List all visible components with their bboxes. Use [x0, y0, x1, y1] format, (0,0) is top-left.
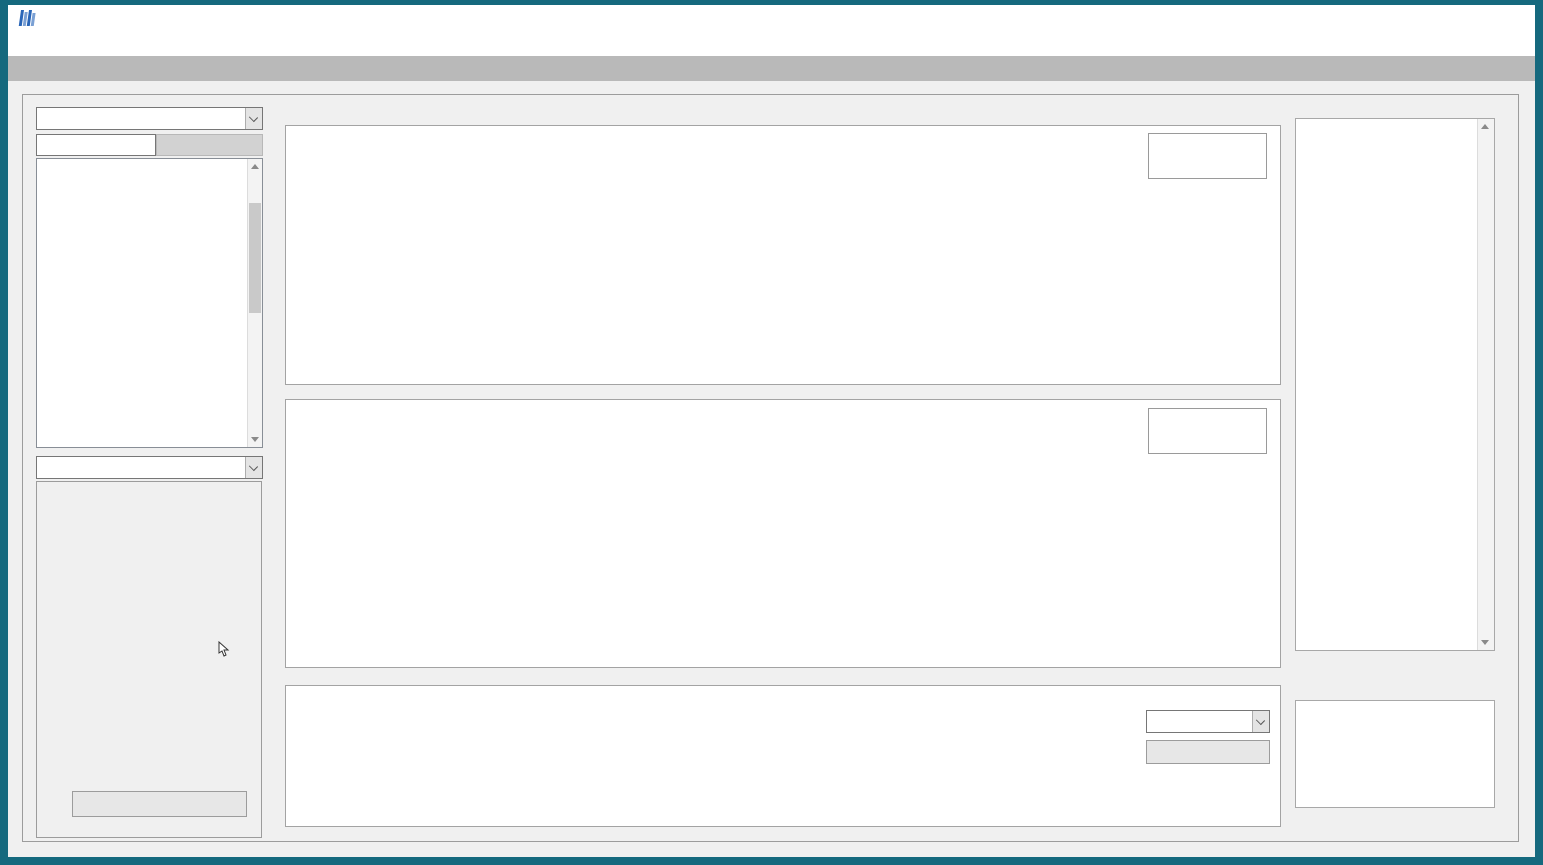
- confirm-button[interactable]: [1146, 740, 1270, 764]
- overview-waveform-panel: [285, 685, 1281, 827]
- window-border-left: [0, 0, 8, 865]
- chevron-down-icon[interactable]: [245, 108, 262, 129]
- app-window: [0, 0, 1543, 865]
- tree-scrollbar-thumb[interactable]: [249, 203, 261, 313]
- analysis-type-combo-value: [37, 457, 245, 478]
- chevron-down-icon[interactable]: [245, 457, 262, 478]
- channel-select-combo[interactable]: [1146, 710, 1270, 733]
- time-waveform-panel: [285, 125, 1281, 385]
- cursor-panel-scrollbar[interactable]: [1477, 119, 1494, 650]
- scroll-up-icon[interactable]: [248, 159, 262, 174]
- title-bar: [8, 5, 1535, 31]
- scroll-down-icon[interactable]: [1478, 635, 1494, 650]
- time-waveform-chart[interactable]: [286, 126, 1280, 384]
- scroll-up-icon[interactable]: [1478, 119, 1494, 134]
- chevron-down-icon[interactable]: [1252, 711, 1269, 732]
- file-format-combo-value: [37, 108, 245, 129]
- top-chart-legend: [1148, 133, 1267, 179]
- file-tree: [36, 158, 263, 448]
- scroll-down-icon[interactable]: [248, 432, 262, 447]
- window-border-bottom: [0, 857, 1543, 865]
- minimize-button[interactable]: [1411, 11, 1441, 31]
- octave-spectrum-panel: [285, 399, 1281, 668]
- maximize-button[interactable]: [1457, 11, 1487, 31]
- app-logo-icon: [18, 10, 38, 26]
- channel-select-value: [1147, 711, 1252, 732]
- search-input[interactable]: [36, 134, 156, 156]
- cursor-values-panel: [1295, 118, 1495, 651]
- stats-panel: [1295, 700, 1495, 808]
- mouse-cursor: [218, 641, 230, 657]
- window-border-right: [1535, 0, 1543, 865]
- mid-chart-legend: [1148, 408, 1267, 454]
- octave-spectrum-chart[interactable]: [286, 400, 1280, 667]
- load-button[interactable]: [72, 791, 247, 817]
- tree-scrollbar[interactable]: [247, 159, 262, 447]
- close-button[interactable]: [1503, 11, 1533, 31]
- analysis-form-groupbox: [36, 481, 262, 838]
- format-button[interactable]: [156, 134, 263, 156]
- analysis-type-combo[interactable]: [36, 456, 263, 479]
- tab-strip: [8, 56, 1535, 81]
- menu-bar: [8, 31, 1535, 56]
- file-format-combo[interactable]: [36, 107, 263, 130]
- overview-waveform-chart[interactable]: [286, 686, 1280, 826]
